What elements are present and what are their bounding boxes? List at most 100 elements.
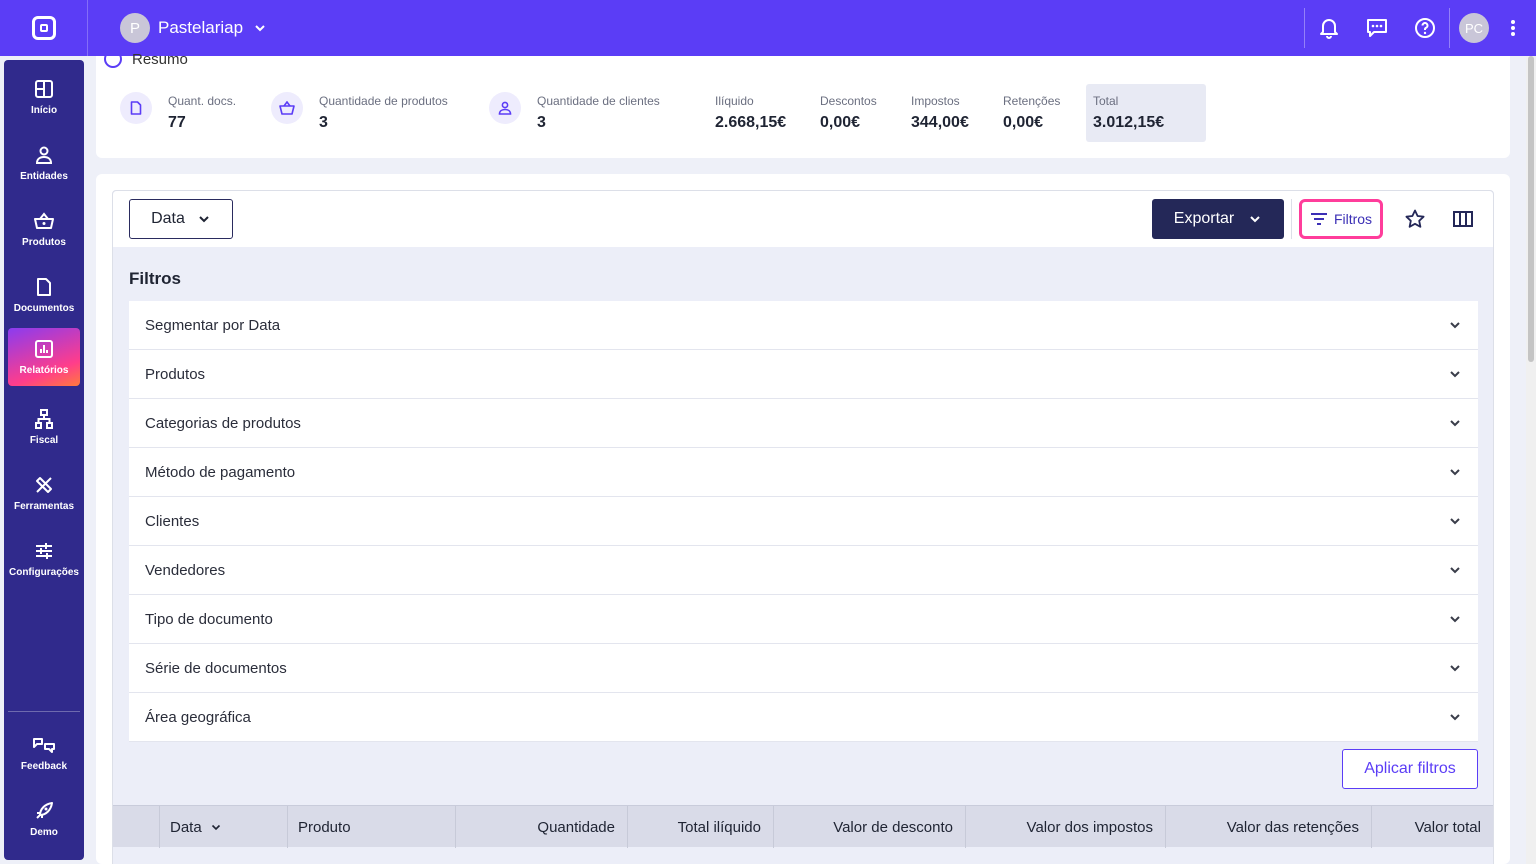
- collapse-circle-icon: [104, 50, 122, 68]
- page-scrollbar[interactable]: [1526, 56, 1536, 864]
- chevron-down-icon: [197, 212, 211, 226]
- company-avatar: P: [120, 13, 150, 43]
- stat-label: Retenções: [1003, 94, 1061, 108]
- filter-row-categorias[interactable]: Categorias de produtos: [129, 399, 1478, 448]
- column-header-valor-impostos[interactable]: Valor dos impostos: [965, 806, 1165, 848]
- sidebar-item-label: Produtos: [22, 236, 66, 248]
- sidebar-item-relatorios[interactable]: Relatórios: [8, 328, 80, 386]
- sidebar-item-fiscal[interactable]: Fiscal: [8, 398, 80, 456]
- stat-label: Quantidade de produtos: [319, 94, 448, 108]
- stat-net: Ilíquido 2.668,15€: [715, 94, 786, 132]
- sidebar-item-documentos[interactable]: Documentos: [8, 266, 80, 324]
- sidebar: Início Entidades Produtos Documentos Rel…: [4, 60, 84, 860]
- filters-button-label: Filtros: [1333, 211, 1373, 227]
- filter-label: Área geográfica: [145, 708, 251, 726]
- more-vertical-icon[interactable]: [1498, 0, 1528, 56]
- chevron-down-icon: [210, 821, 222, 833]
- column-label: Valor total: [1414, 818, 1481, 836]
- columns-icon[interactable]: [1443, 199, 1483, 239]
- filter-list: Segmentar por Data Produtos Categorias d…: [129, 301, 1478, 742]
- filter-row-area-geografica[interactable]: Área geográfica: [129, 693, 1478, 742]
- chevron-down-icon: [1248, 212, 1262, 226]
- stat-value: 3.012,15€: [1093, 114, 1165, 131]
- document-icon: [120, 92, 152, 124]
- filter-label: Vendedores: [145, 561, 226, 579]
- stat-value: 3: [537, 114, 546, 131]
- user-avatar: PC: [1459, 13, 1489, 43]
- date-grouping-button[interactable]: Data: [129, 199, 233, 239]
- export-button-label: Exportar: [1173, 210, 1235, 227]
- sliders-icon: [35, 541, 53, 561]
- apply-filters-button[interactable]: Aplicar filtros: [1342, 749, 1478, 789]
- column-header-valor-desconto[interactable]: Valor de desconto: [773, 806, 965, 848]
- stat-withholdings: Retenções 0,00€: [1003, 94, 1060, 132]
- column-header-valor-retencoes[interactable]: Valor das retenções: [1165, 806, 1371, 848]
- stat-taxes: Impostos 344,00€: [911, 94, 969, 132]
- stat-label: Descontos: [820, 94, 877, 108]
- basket-icon: [271, 92, 303, 124]
- tools-icon: [35, 475, 53, 495]
- sidebar-item-label: Configurações: [8, 566, 79, 578]
- filter-row-segmentar-data[interactable]: Segmentar por Data: [129, 301, 1478, 350]
- sidebar-item-feedback[interactable]: Feedback: [8, 724, 80, 782]
- sidebar-item-demo[interactable]: Demo: [8, 790, 80, 848]
- column-label: Total ilíquido: [677, 818, 761, 836]
- stat-total: Total 3.012,15€: [1093, 94, 1164, 132]
- column-header-valor-total[interactable]: Valor total: [1371, 806, 1493, 848]
- filter-row-tipo-documento[interactable]: Tipo de documento: [129, 595, 1478, 644]
- summary-header[interactable]: Resumo: [104, 50, 188, 68]
- export-button[interactable]: Exportar: [1152, 199, 1284, 239]
- column-label: Valor das retenções: [1226, 818, 1359, 836]
- filters-button[interactable]: Filtros: [1299, 199, 1383, 239]
- chevron-down-icon: [1448, 661, 1462, 675]
- sidebar-item-produtos[interactable]: Produtos: [8, 200, 80, 258]
- sidebar-item-label: Documentos: [13, 302, 75, 314]
- company-name: Pastelariap: [158, 18, 244, 37]
- app-logo[interactable]: [0, 0, 88, 56]
- chevron-down-icon: [1448, 710, 1462, 724]
- stat-label: Ilíquido: [715, 94, 754, 108]
- stat-value: 2.668,15€: [715, 114, 787, 131]
- filter-row-vendedores[interactable]: Vendedores: [129, 546, 1478, 595]
- sidebar-item-inicio[interactable]: Início: [8, 68, 80, 126]
- help-icon[interactable]: [1401, 0, 1449, 56]
- stat-label: Impostos: [911, 94, 960, 108]
- column-header-quantidade[interactable]: Quantidade: [455, 806, 627, 848]
- notifications-bell-icon[interactable]: [1305, 0, 1353, 56]
- favorite-star-icon[interactable]: [1395, 199, 1435, 239]
- sidebar-item-entidades[interactable]: Entidades: [8, 134, 80, 192]
- scrollbar-thumb[interactable]: [1528, 56, 1534, 362]
- chevron-down-icon: [1448, 612, 1462, 626]
- report-card: Data Exportar Filtros Filtros Segmentar …: [96, 174, 1510, 864]
- report-toolbar: Data Exportar Filtros: [113, 191, 1493, 247]
- user-menu[interactable]: PC: [1450, 0, 1498, 56]
- column-header-total-iliquido[interactable]: Total ilíquido: [627, 806, 773, 848]
- filter-row-serie-documentos[interactable]: Série de documentos: [129, 644, 1478, 693]
- filter-row-produtos[interactable]: Produtos: [129, 350, 1478, 399]
- stat-value: 0,00€: [1003, 114, 1044, 131]
- toolbar-divider: [1291, 199, 1292, 239]
- user-icon: [35, 145, 53, 165]
- logo-icon: [31, 16, 56, 40]
- filter-label: Categorias de produtos: [145, 414, 301, 432]
- messages-icon[interactable]: [1353, 0, 1401, 56]
- filter-row-clientes[interactable]: Clientes: [129, 497, 1478, 546]
- column-label: Valor dos impostos: [1026, 818, 1153, 836]
- chevron-down-icon: [1448, 563, 1462, 577]
- chevron-down-icon: [1448, 416, 1462, 430]
- filter-row-metodo-pagamento[interactable]: Método de pagamento: [129, 448, 1478, 497]
- stat-label: Quantidade de clientes: [537, 94, 660, 108]
- stat-value: 3: [319, 114, 328, 131]
- stat-value: 0,00€: [820, 114, 861, 131]
- column-header-data[interactable]: Data: [159, 806, 287, 848]
- column-label: Quantidade: [537, 818, 615, 836]
- dashboard-icon: [35, 79, 53, 99]
- sidebar-item-configuracoes[interactable]: Configurações: [8, 530, 80, 588]
- chevron-down-icon: [253, 21, 267, 35]
- sidebar-item-ferramentas[interactable]: Ferramentas: [8, 464, 80, 522]
- column-header-produto[interactable]: Produto: [287, 806, 455, 848]
- company-selector[interactable]: P Pastelariap: [120, 13, 267, 43]
- stat-label: Quant. docs.: [168, 94, 237, 108]
- filter-icon: [1310, 212, 1334, 226]
- column-label: Produto: [298, 818, 351, 836]
